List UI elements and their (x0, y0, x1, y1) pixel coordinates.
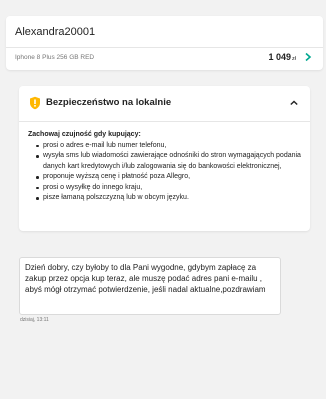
warning-list: prosi o adres e-mail lub numer telefonu,… (28, 141, 306, 204)
security-info-card: Bezpieczeństwo na lokalnie Zachowaj czuj… (19, 86, 310, 231)
warning-item: wysyła sms lub wiadomości zawierające od… (36, 151, 306, 172)
warning-item: proponuje wyższą cenę i płatność poza Al… (36, 172, 306, 183)
chevron-right-icon[interactable] (303, 52, 313, 62)
message-timestamp: dzisiaj, 13:11 (20, 317, 49, 323)
header-divider (6, 47, 323, 48)
shield-warning-icon (30, 96, 40, 110)
buyer-username[interactable]: Alexandra20001 (15, 26, 95, 38)
warning-item: prosi o adres e-mail lub numer telefonu, (36, 141, 306, 152)
product-name: Iphone 8 Plus 256 GB RED (15, 54, 95, 61)
warning-heading: Zachowaj czujność gdy kupujący: (28, 131, 141, 138)
product-price: 1 049zł (268, 52, 296, 62)
security-header[interactable]: Bezpieczeństwo na lokalnie (19, 86, 310, 120)
security-title: Bezpieczeństwo na lokalnie (46, 97, 172, 108)
price-value: 1 049 (268, 52, 292, 62)
chevron-up-icon[interactable] (289, 98, 299, 108)
message-bubble: Dzień dobry, czy byłoby to dla Pani wygo… (19, 257, 281, 315)
listing-header-card: Alexandra20001 Iphone 8 Plus 256 GB RED … (6, 16, 323, 70)
security-divider (19, 121, 310, 122)
price-currency: zł (292, 56, 296, 62)
warning-item: pisze łamaną polszczyzną lub w obcym jęz… (36, 193, 306, 204)
security-body: Zachowaj czujność gdy kupujący: prosi o … (28, 130, 306, 204)
warning-item: prosi o wysyłkę do innego kraju, (36, 183, 306, 194)
